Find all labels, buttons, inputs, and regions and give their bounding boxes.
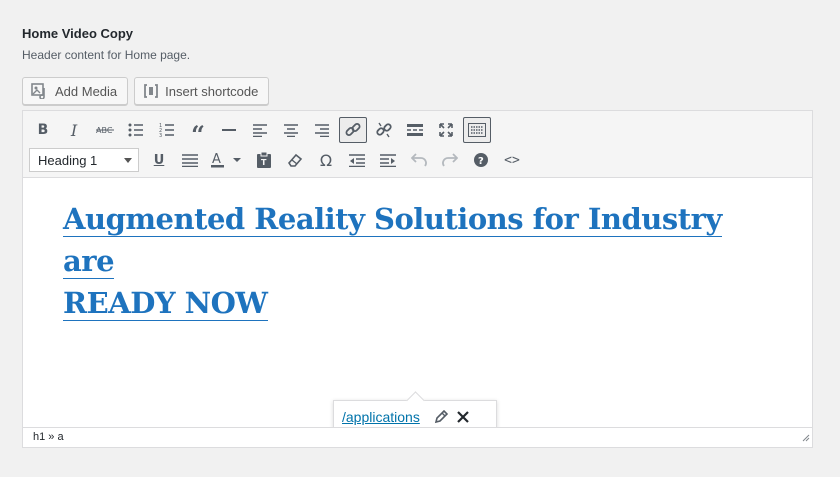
link-url[interactable]: /applications xyxy=(342,409,420,425)
editor-statusbar: h1 » a xyxy=(23,427,812,447)
indent-icon[interactable] xyxy=(374,147,402,173)
svg-text:A: A xyxy=(212,152,221,167)
svg-text:3: 3 xyxy=(159,133,162,137)
align-center-icon[interactable] xyxy=(277,117,305,143)
heading-1: Augmented Reality Solutions for Industry… xyxy=(63,198,772,324)
toolbar-toggle-icon[interactable] xyxy=(463,117,491,143)
resize-handle-icon[interactable] xyxy=(802,433,810,445)
insert-shortcode-label: Insert shortcode xyxy=(165,83,259,99)
paste-text-icon[interactable]: T xyxy=(250,147,278,173)
add-media-icon xyxy=(31,83,49,99)
add-media-label: Add Media xyxy=(55,83,118,99)
add-media-button[interactable]: Add Media xyxy=(22,77,129,105)
format-select[interactable]: Heading 1 xyxy=(29,148,139,172)
edit-link-icon[interactable] xyxy=(430,406,452,428)
clear-formatting-icon[interactable] xyxy=(281,147,309,173)
insert-link-icon[interactable] xyxy=(339,117,367,143)
insert-shortcode-button[interactable]: Insert shortcode xyxy=(134,77,270,105)
tinymce-editor: B I ABC 123 “ Heading 1 U A T Ω ? <> Aug… xyxy=(22,110,813,448)
bold-icon[interactable]: B xyxy=(29,117,57,143)
element-path: h1 » a xyxy=(33,431,64,443)
bullet-list-icon[interactable] xyxy=(122,117,150,143)
undo-icon[interactable] xyxy=(405,147,433,173)
chevron-down-icon xyxy=(124,157,132,163)
toolbar-row-2: Heading 1 U A T Ω ? <> xyxy=(29,145,806,175)
close-icon[interactable] xyxy=(452,406,474,428)
heading-link-line-3[interactable]: READY NOW xyxy=(63,286,268,321)
blockquote-icon[interactable]: “ xyxy=(184,117,212,147)
fullscreen-icon[interactable] xyxy=(432,117,460,143)
align-left-icon[interactable] xyxy=(246,117,274,143)
svg-text:?: ? xyxy=(478,156,484,167)
format-select-value: Heading 1 xyxy=(38,152,98,168)
svg-text:T: T xyxy=(261,158,267,167)
redo-icon[interactable] xyxy=(436,147,464,173)
field-title: Home Video Copy xyxy=(22,26,134,41)
help-icon[interactable]: ? xyxy=(467,147,495,173)
underline-icon[interactable]: U xyxy=(145,147,173,173)
strikethrough-icon[interactable]: ABC xyxy=(91,117,119,143)
justify-icon[interactable] xyxy=(176,147,204,173)
editor-toolbar: B I ABC 123 “ Heading 1 U A T Ω ? <> xyxy=(23,111,812,178)
remove-link-icon[interactable] xyxy=(370,117,398,143)
numbered-list-icon[interactable]: 123 xyxy=(153,117,181,143)
read-more-icon[interactable] xyxy=(401,117,429,143)
outdent-icon[interactable] xyxy=(343,147,371,173)
heading-link-line-1[interactable]: Augmented Reality Solutions for Industry xyxy=(63,202,722,237)
media-buttons: Add Media Insert shortcode xyxy=(22,77,270,105)
toolbar-row-1: B I ABC 123 “ xyxy=(29,115,806,147)
shortcode-icon xyxy=(143,83,159,99)
code-icon[interactable]: <> xyxy=(498,147,526,173)
text-color-icon[interactable]: A xyxy=(207,147,247,173)
special-character-icon[interactable]: Ω xyxy=(312,147,340,173)
heading-link-line-2[interactable]: are xyxy=(63,244,115,279)
editor-content[interactable]: Augmented Reality Solutions for Industry… xyxy=(23,178,812,433)
align-right-icon[interactable] xyxy=(308,117,336,143)
field-description: Header content for Home page. xyxy=(22,48,191,62)
horizontal-line-icon[interactable] xyxy=(215,117,243,143)
italic-icon[interactable]: I xyxy=(60,117,88,143)
